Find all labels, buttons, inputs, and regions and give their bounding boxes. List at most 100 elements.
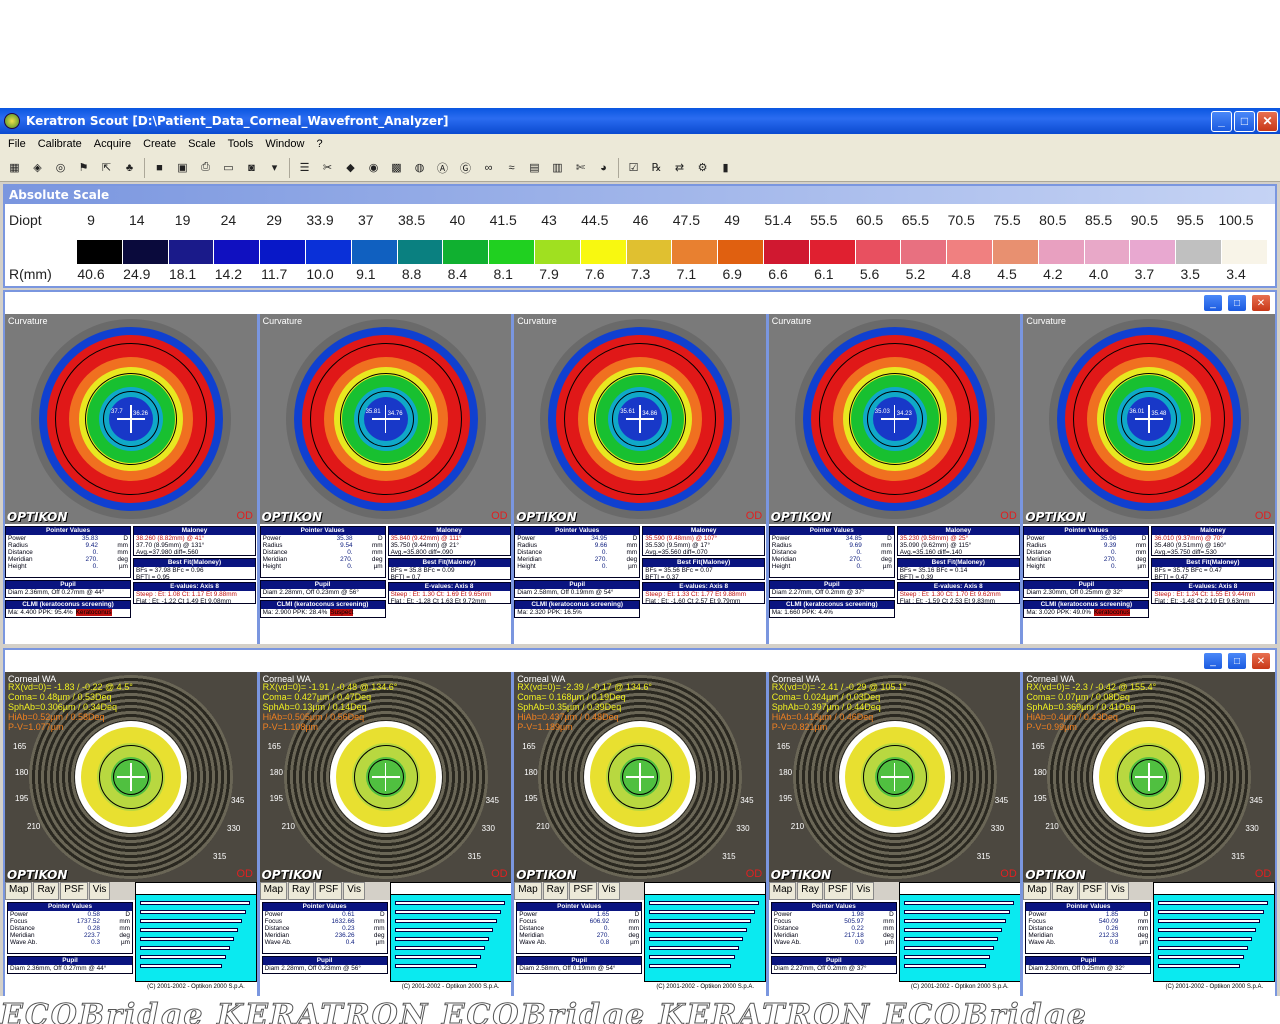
wavefront-panel[interactable]: Corneal WA RX(vd=0)= -1.91 / -0.48 @ 134.… bbox=[259, 672, 512, 998]
tab-vis[interactable]: Vis bbox=[1107, 882, 1129, 900]
wavefront-map[interactable]: Corneal WA RX(vd=0)= -1.91 / -0.48 @ 134.… bbox=[259, 672, 512, 882]
tab-psf[interactable]: PSF bbox=[314, 882, 343, 900]
maloney-steep: 35.840 (9.42mm) @ 111° bbox=[390, 535, 462, 542]
curvature-map[interactable]: Curvature 35.81 34.76 OPTIKON OD bbox=[259, 314, 512, 524]
capture-icon[interactable]: ◎ bbox=[51, 158, 70, 177]
visual-acuity-graph[interactable] bbox=[898, 882, 1021, 982]
wavefront-panel[interactable]: Corneal WA RX(vd=0)= -1.83 / -0.22 @ 4.5°… bbox=[5, 672, 257, 998]
save-all-icon[interactable]: ▣ bbox=[173, 158, 192, 177]
menu-item-window[interactable]: Window bbox=[259, 138, 310, 150]
bars-icon[interactable]: ▮ bbox=[716, 158, 735, 177]
wavefront-map[interactable]: Corneal WA RX(vd=0)= -1.83 / -0.22 @ 4.5°… bbox=[5, 672, 257, 882]
wavefront-panel[interactable]: Corneal WA RX(vd=0)= -2.41 / -0.29 @ 105.… bbox=[768, 672, 1021, 998]
curvature-window-header[interactable]: _ □ ✕ bbox=[3, 290, 1277, 314]
tool-icon[interactable]: ⚙ bbox=[693, 158, 712, 177]
tab-ray[interactable]: Ray bbox=[797, 882, 824, 900]
curvature-panel[interactable]: Curvature 36.01 35.48 OPTIKON OD Pointer Valu… bbox=[1023, 314, 1275, 644]
visual-acuity-graph[interactable] bbox=[135, 882, 257, 982]
curvature-panel[interactable]: Curvature 35.61 34.86 OPTIKON OD Pointer Valu… bbox=[514, 314, 766, 644]
book-icon[interactable]: ◆ bbox=[341, 158, 360, 177]
spectacle-icon[interactable]: ∞ bbox=[479, 158, 498, 177]
grid-icon[interactable]: ▩ bbox=[387, 158, 406, 177]
tab-ray[interactable]: Ray bbox=[542, 882, 569, 900]
flag-icon[interactable]: ⚑ bbox=[74, 158, 93, 177]
visual-acuity-graph[interactable] bbox=[389, 882, 512, 982]
compare-icon[interactable]: ⇄ bbox=[670, 158, 689, 177]
wavefront-panel[interactable]: Corneal WA RX(vd=0)= -2.3 / -0.42 @ 155.4… bbox=[1023, 672, 1275, 998]
close-button[interactable]: ✕ bbox=[1257, 110, 1278, 132]
tab-psf[interactable]: PSF bbox=[60, 882, 88, 900]
row-unit: mm bbox=[373, 925, 385, 932]
menu-item-calibrate[interactable]: Calibrate bbox=[32, 138, 88, 150]
dropdown-icon[interactable]: ▾ bbox=[265, 158, 284, 177]
visual-acuity-graph[interactable] bbox=[1153, 882, 1275, 982]
wa-minimize-button[interactable]: _ bbox=[1203, 652, 1223, 670]
menu-item-acquire[interactable]: Acquire bbox=[88, 138, 137, 150]
wavefront-panel[interactable]: Corneal WA RX(vd=0)= -2.39 / -0.17 @ 134.… bbox=[514, 672, 766, 998]
curv-close-button[interactable]: ✕ bbox=[1251, 294, 1271, 312]
minimize-button[interactable]: _ bbox=[1211, 110, 1232, 132]
tab-psf[interactable]: PSF bbox=[1078, 882, 1107, 900]
export-icon[interactable]: ⇱ bbox=[97, 158, 116, 177]
visual-acuity-graph[interactable] bbox=[644, 882, 766, 982]
tab-map[interactable]: Map bbox=[1023, 882, 1051, 900]
checklist-icon[interactable]: ☑ bbox=[624, 158, 643, 177]
menu-item-create[interactable]: Create bbox=[137, 138, 182, 150]
curvature-map[interactable]: Curvature 36.01 35.48 OPTIKON OD bbox=[1023, 314, 1275, 524]
a-icon[interactable]: Ⓐ bbox=[433, 158, 452, 177]
tab-ray[interactable]: Ray bbox=[288, 882, 314, 900]
curvature-panel[interactable]: Curvature 35.03 34.23 OPTIKON OD Pointer Valu… bbox=[768, 314, 1021, 644]
rx-icon[interactable]: ℞ bbox=[647, 158, 666, 177]
wa-maximize-button[interactable]: □ bbox=[1227, 652, 1247, 670]
menu-item-file[interactable]: File bbox=[2, 138, 32, 150]
wavefront-window-header[interactable]: _ □ ✕ bbox=[3, 648, 1277, 672]
curvature-panel[interactable]: Curvature 37.7 36.26 OPTIKON OD Pointer Value… bbox=[5, 314, 257, 644]
monitor-icon[interactable]: ▭ bbox=[219, 158, 238, 177]
tab-ray[interactable]: Ray bbox=[1051, 882, 1078, 900]
chart-icon[interactable]: ▥ bbox=[548, 158, 567, 177]
camera-icon[interactable]: ◙ bbox=[242, 158, 261, 177]
wave-icon[interactable]: ≈ bbox=[502, 158, 521, 177]
calibrate-icon[interactable]: ◈ bbox=[28, 158, 47, 177]
table-icon[interactable]: ▤ bbox=[525, 158, 544, 177]
tree-icon[interactable]: ♣ bbox=[120, 158, 139, 177]
tab-vis[interactable]: Vis bbox=[852, 882, 875, 900]
curvature-map[interactable]: Curvature 35.61 34.86 OPTIKON OD bbox=[514, 314, 766, 524]
tab-vis[interactable]: Vis bbox=[88, 882, 111, 900]
toolbar: ▦ ◈ ◎ ⚑ ⇱ ♣ ■ ▣ ⎙ ▭ ◙ ▾ ☰ ✂ ◆ ◉ ▩ ◍ Ⓐ Ⓖ ∞ ≈ ▤ ▥ ✄ ◕ ☑ ℞ ⇄ ⚙ ▮ bbox=[0, 154, 1280, 182]
tab-map[interactable]: Map bbox=[259, 882, 288, 900]
curvature-panel[interactable]: Curvature 35.81 34.76 OPTIKON OD Pointer Valu… bbox=[259, 314, 512, 644]
maximize-button[interactable]: □ bbox=[1234, 110, 1255, 132]
tab-psf[interactable]: PSF bbox=[569, 882, 597, 900]
wa-close-button[interactable]: ✕ bbox=[1251, 652, 1271, 670]
tab-psf[interactable]: PSF bbox=[824, 882, 852, 900]
tab-map[interactable]: Map bbox=[768, 882, 797, 900]
tab-vis[interactable]: Vis bbox=[343, 882, 366, 900]
menu-item-scale[interactable]: Scale bbox=[182, 138, 222, 150]
open-icon[interactable]: ▦ bbox=[5, 158, 24, 177]
curvature-map[interactable]: Curvature 37.7 36.26 OPTIKON OD bbox=[5, 314, 257, 524]
save-icon[interactable]: ■ bbox=[150, 158, 169, 177]
eye-scan-icon[interactable]: ◕ bbox=[594, 158, 613, 177]
tab-map[interactable]: Map bbox=[5, 882, 33, 900]
wavefront-map[interactable]: Corneal WA RX(vd=0)= -2.41 / -0.29 @ 105.… bbox=[768, 672, 1021, 882]
target-icon[interactable]: ◍ bbox=[410, 158, 429, 177]
curv-maximize-button[interactable]: □ bbox=[1227, 294, 1247, 312]
cut-icon[interactable]: ✂ bbox=[318, 158, 337, 177]
g-icon[interactable]: Ⓖ bbox=[456, 158, 475, 177]
tab-vis[interactable]: Vis bbox=[597, 882, 620, 900]
tab-ray[interactable]: Ray bbox=[33, 882, 60, 900]
eye-icon[interactable]: ◉ bbox=[364, 158, 383, 177]
wavefront-map[interactable]: Corneal WA RX(vd=0)= -2.3 / -0.42 @ 155.4… bbox=[1023, 672, 1275, 882]
list-icon[interactable]: ☰ bbox=[295, 158, 314, 177]
color-swatch bbox=[1130, 240, 1177, 264]
title-bar[interactable]: Keratron Scout [D:\Patient_Data_Corneal_… bbox=[0, 108, 1280, 134]
tab-map[interactable]: Map bbox=[514, 882, 542, 900]
menu-item-tools[interactable]: Tools bbox=[222, 138, 260, 150]
wavefront-map[interactable]: Corneal WA RX(vd=0)= -2.39 / -0.17 @ 134.… bbox=[514, 672, 766, 882]
print-icon[interactable]: ⎙ bbox=[196, 158, 215, 177]
menu-item-help[interactable]: ? bbox=[310, 138, 328, 150]
curvature-map[interactable]: Curvature 35.03 34.23 OPTIKON OD bbox=[768, 314, 1021, 524]
scissor-icon[interactable]: ✄ bbox=[571, 158, 590, 177]
curv-minimize-button[interactable]: _ bbox=[1203, 294, 1223, 312]
